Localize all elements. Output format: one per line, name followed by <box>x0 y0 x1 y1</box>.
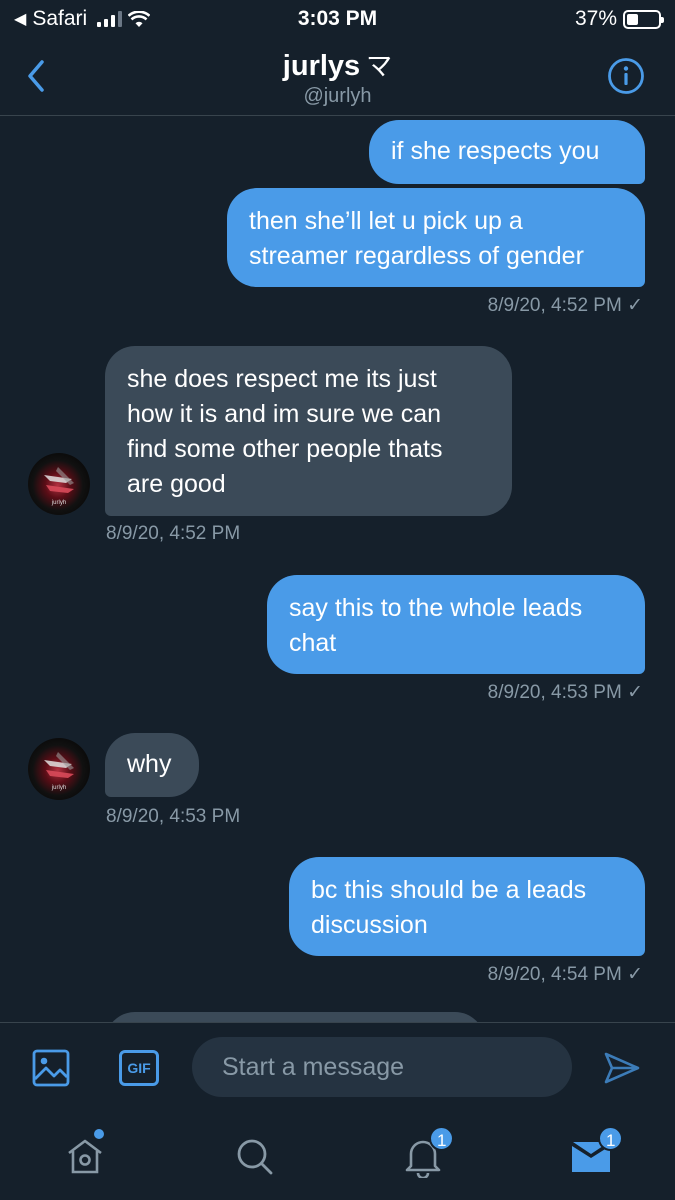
message-timestamp: 8/9/20, 4:53 PM ✓ <box>487 682 643 703</box>
tab-bar: 1 1 <box>0 1114 675 1200</box>
avatar[interactable]: jurlyh <box>28 453 90 515</box>
message-bubble-outgoing[interactable]: then she’ll let u pick up a streamer reg… <box>227 188 645 287</box>
contact-name: jurlys <box>282 50 361 82</box>
tab-home[interactable] <box>63 1129 107 1178</box>
message-timestamp: 8/9/20, 4:54 PM ✓ <box>487 964 643 985</box>
gif-button[interactable]: GIF <box>119 1050 159 1086</box>
home-new-indicator <box>94 1129 104 1139</box>
message-timestamp: 8/9/20, 4:53 PM <box>106 806 241 827</box>
message-timestamp: 8/9/20, 4:52 PM ✓ <box>487 295 643 316</box>
contact-name-mark: マ <box>366 51 393 81</box>
notifications-badge: 1 <box>429 1126 455 1151</box>
message-text-line: find some other people thats <box>127 435 443 463</box>
message-text-line: streamer regardless of gender <box>249 242 584 270</box>
avatar[interactable]: jurlyh <box>28 738 90 800</box>
messages-badge: 1 <box>598 1126 624 1151</box>
message-text-line: then she’ll let u pick up a <box>249 207 523 235</box>
avatar-label: jurlyh <box>51 785 67 791</box>
message-bubble-outgoing[interactable]: say this to the whole leads chat <box>267 575 645 674</box>
status-bar: ◀ Safari 3:03 PM 37% <box>0 0 675 38</box>
message-bubble-outgoing[interactable]: if she respects you <box>369 120 645 184</box>
image-icon[interactable] <box>32 1049 70 1087</box>
send-icon[interactable] <box>603 1050 641 1086</box>
message-bubble-incoming[interactable]: she does respect me its just how it is a… <box>105 346 512 516</box>
contact-handle: @jurlyh <box>303 85 372 107</box>
battery-fill <box>627 13 639 25</box>
message-text-line: bc this should be a leads <box>311 876 587 904</box>
tab-notifications[interactable]: 1 <box>401 1126 455 1180</box>
battery-indicator: 37% <box>574 7 664 31</box>
info-icon[interactable] <box>607 57 645 95</box>
tab-search[interactable] <box>232 1134 276 1178</box>
conversation-header: jurlys マ @jurlyh <box>0 38 675 116</box>
message-bubble-incoming[interactable]: why <box>105 733 199 797</box>
message-text: if she respects you <box>391 137 600 165</box>
message-timestamp: 8/9/20, 4:52 PM <box>106 523 241 544</box>
message-input[interactable] <box>192 1037 572 1097</box>
message-composer: GIF <box>0 1022 675 1114</box>
message-text-line: chat <box>289 629 337 657</box>
battery-percent: 37% <box>574 7 617 30</box>
message-bubble-outgoing[interactable]: bc this should be a leads discussion <box>289 857 645 956</box>
battery-icon <box>623 9 664 29</box>
message-text-line: say this to the whole leads <box>289 594 583 622</box>
message-text-line: how it is and im sure we can <box>127 400 442 428</box>
avatar-label: jurlyh <box>51 500 67 506</box>
message-text-line: she does respect me its just <box>127 365 437 393</box>
message-text-line: discussion <box>311 911 428 939</box>
message-text-line: are good <box>127 470 226 498</box>
message-text: why <box>127 750 172 778</box>
home-icon <box>68 1139 102 1174</box>
search-icon <box>237 1139 273 1175</box>
status-time: 3:03 PM <box>297 7 378 30</box>
conversation-title[interactable]: jurlys マ @jurlyh <box>0 46 675 108</box>
tab-messages[interactable]: 1 <box>570 1126 624 1178</box>
